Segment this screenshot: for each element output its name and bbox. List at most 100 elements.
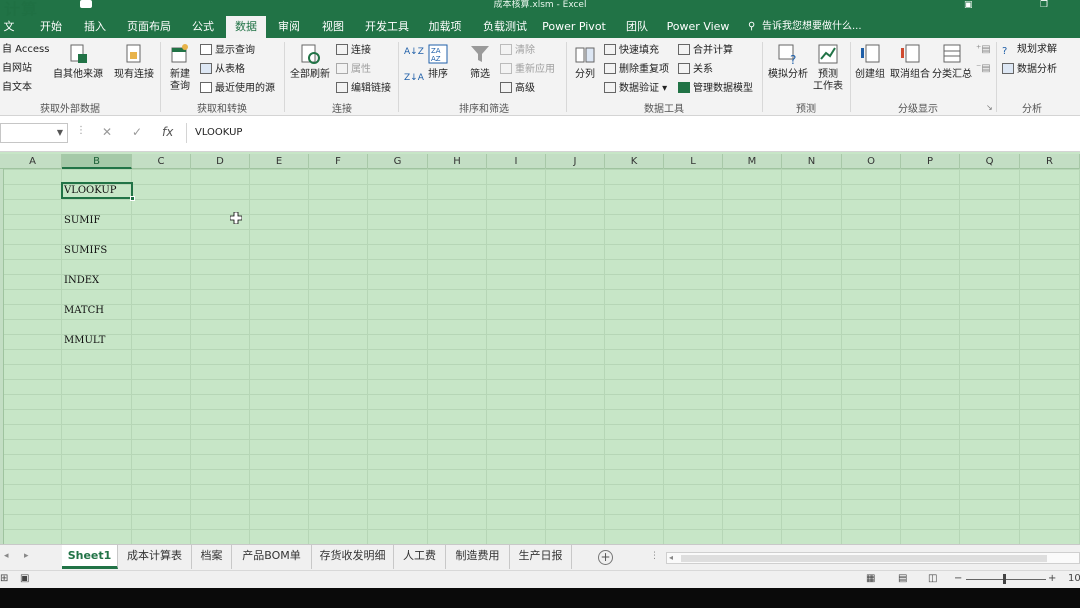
chevron-down-icon[interactable]: ▼ <box>57 128 63 137</box>
zoom-in-icon[interactable]: + <box>1048 573 1056 584</box>
normal-view-icon[interactable]: ▦ <box>866 573 875 584</box>
column-header-l[interactable]: L <box>664 154 723 169</box>
column-header-h[interactable]: H <box>428 154 487 169</box>
sort-descending-icon[interactable]: Z↓A <box>404 72 424 84</box>
column-header-a[interactable]: A <box>4 154 62 169</box>
other-sources-button[interactable]: 自其他来源 <box>52 42 104 81</box>
cell-b8[interactable]: INDEX <box>64 275 99 286</box>
sheet-next-icon[interactable]: ▸ <box>24 551 29 561</box>
add-sheet-button[interactable]: + <box>598 550 613 565</box>
data-analysis-button[interactable]: 数据分析 <box>1002 63 1057 76</box>
show-queries-button[interactable]: 显示查询 <box>200 44 255 57</box>
column-header-n[interactable]: N <box>782 154 842 169</box>
insert-function-button[interactable]: fx <box>162 125 173 139</box>
recent-sources-button[interactable]: 最近使用的源 <box>200 82 275 95</box>
tab-splitter-icon[interactable]: ⋮ <box>650 551 659 561</box>
tab-home[interactable]: 开始 <box>34 16 68 38</box>
consolidate-button[interactable]: 合并计算 <box>678 44 733 57</box>
data-validation-button[interactable]: 数据验证 ▾ <box>604 82 667 95</box>
column-header-e[interactable]: E <box>250 154 309 169</box>
what-if-analysis-button[interactable]: ? 模拟分析 <box>766 42 810 81</box>
zoom-out-icon[interactable]: − <box>954 573 962 584</box>
tab-review[interactable]: 审阅 <box>272 16 306 38</box>
sheet-tab-bom[interactable]: 产品BOM单 <box>232 545 312 569</box>
sheet-tab-sheet1[interactable]: Sheet1 <box>62 545 118 569</box>
zoom-level[interactable]: 10 <box>1068 573 1080 584</box>
page-break-view-icon[interactable]: ◫ <box>928 573 937 584</box>
column-header-m[interactable]: M <box>723 154 782 169</box>
restore-window-icon[interactable]: ❐ <box>1040 0 1048 10</box>
worksheet-grid[interactable]: ABCDEFGHIJKLMNOPQR VLOOKUP SUMIF SUMIFS … <box>0 152 1080 544</box>
manage-data-model-button[interactable]: 管理数据模型 <box>678 82 753 95</box>
properties-button[interactable]: 属性 <box>336 63 371 76</box>
sheet-tab-overhead[interactable]: 制造费用 <box>446 545 510 569</box>
ungroup-button[interactable]: 取消组合 <box>888 42 932 81</box>
subtotal-button[interactable]: 分类汇总 <box>930 42 974 81</box>
tab-load-test[interactable]: 负载测试 <box>478 16 532 38</box>
tell-me-icon[interactable]: ⚲ <box>748 16 755 38</box>
column-header-k[interactable]: K <box>605 154 664 169</box>
flash-fill-button[interactable]: 快速填充 <box>604 44 659 57</box>
remove-duplicates-button[interactable]: 删除重复项 <box>604 63 669 76</box>
zoom-slider[interactable] <box>966 579 1046 580</box>
column-header-d[interactable]: D <box>191 154 250 169</box>
sort-ascending-icon[interactable]: A↓Z <box>404 46 424 58</box>
column-header-i[interactable]: I <box>487 154 546 169</box>
cell-b6[interactable]: SUMIFS <box>64 245 107 256</box>
tab-view[interactable]: 视图 <box>316 16 350 38</box>
from-access-button[interactable]: 自 Access <box>2 44 49 56</box>
tab-addins[interactable]: 加载项 <box>424 16 466 38</box>
forecast-sheet-button[interactable]: 预测 工作表 <box>812 42 844 93</box>
sheet-tab-labor[interactable]: 人工费 <box>394 545 446 569</box>
cancel-icon[interactable]: ✕ <box>102 125 112 139</box>
scroll-left-icon[interactable]: ◂ <box>669 553 673 562</box>
dialog-launcher-icon[interactable]: ↘ <box>986 102 993 114</box>
formula-input[interactable]: VLOOKUP <box>186 123 1080 143</box>
group-button[interactable]: 创建组 <box>852 42 888 81</box>
tab-team[interactable]: 团队 <box>620 16 654 38</box>
tab-insert[interactable]: 插入 <box>78 16 112 38</box>
sheet-prev-icon[interactable]: ◂ <box>4 551 9 561</box>
fill-handle[interactable] <box>130 196 135 201</box>
from-table-button[interactable]: 从表格 <box>200 63 245 76</box>
sheet-tab-archive[interactable]: 档案 <box>192 545 232 569</box>
cell-b12[interactable]: MMULT <box>64 335 105 346</box>
edit-links-button[interactable]: 编辑链接 <box>336 82 391 95</box>
text-to-columns-button[interactable]: 分列 <box>570 42 600 81</box>
column-header-b[interactable]: B <box>62 154 132 169</box>
from-text-button[interactable]: 自文本 <box>2 82 32 94</box>
page-layout-view-icon[interactable]: ▤ <box>898 573 907 584</box>
macro-record-icon[interactable]: ▣ <box>20 573 29 584</box>
clear-filter-button[interactable]: 清除 <box>500 44 535 57</box>
hide-detail-icon[interactable]: ⁻▤ <box>976 63 991 75</box>
scrollbar-thumb[interactable] <box>681 555 1047 562</box>
column-header-c[interactable]: C <box>132 154 191 169</box>
tab-power-view[interactable]: Power View <box>664 16 732 38</box>
relationships-button[interactable]: 关系 <box>678 63 713 76</box>
solver-button[interactable]: ? 规划求解 <box>1002 44 1057 57</box>
advanced-filter-button[interactable]: 高级 <box>500 82 535 95</box>
cell-b10[interactable]: MATCH <box>64 305 104 316</box>
column-header-q[interactable]: Q <box>960 154 1020 169</box>
horizontal-scrollbar[interactable]: ◂ <box>666 552 1080 564</box>
column-header-j[interactable]: J <box>546 154 605 169</box>
zoom-slider-thumb[interactable] <box>1003 574 1006 584</box>
tab-power-pivot[interactable]: Power Pivot <box>542 16 606 38</box>
sheet-tab-cost-calc[interactable]: 成本计算表 <box>118 545 192 569</box>
filter-button[interactable]: 筛选 <box>466 42 494 81</box>
tab-formulas[interactable]: 公式 <box>186 16 220 38</box>
sort-button[interactable]: ZA AZ 排序 <box>424 42 452 81</box>
column-header-o[interactable]: O <box>842 154 901 169</box>
cell-b4[interactable]: SUMIF <box>64 215 100 226</box>
column-header-p[interactable]: P <box>901 154 960 169</box>
ribbon-display-icon[interactable]: ▣ <box>964 0 973 10</box>
name-box[interactable]: ▼ <box>0 123 68 143</box>
tab-developer[interactable]: 开发工具 <box>360 16 414 38</box>
sheet-tab-inventory[interactable]: 存货收发明细 <box>312 545 394 569</box>
column-header-f[interactable]: F <box>309 154 368 169</box>
tab-page-layout[interactable]: 页面布局 <box>122 16 176 38</box>
sheet-tab-daily[interactable]: 生产日报 <box>510 545 572 569</box>
enter-check-icon[interactable]: ✓ <box>132 125 142 139</box>
tab-data[interactable]: 数据 <box>226 16 266 38</box>
new-query-button[interactable]: 新建 查询 <box>164 42 196 93</box>
